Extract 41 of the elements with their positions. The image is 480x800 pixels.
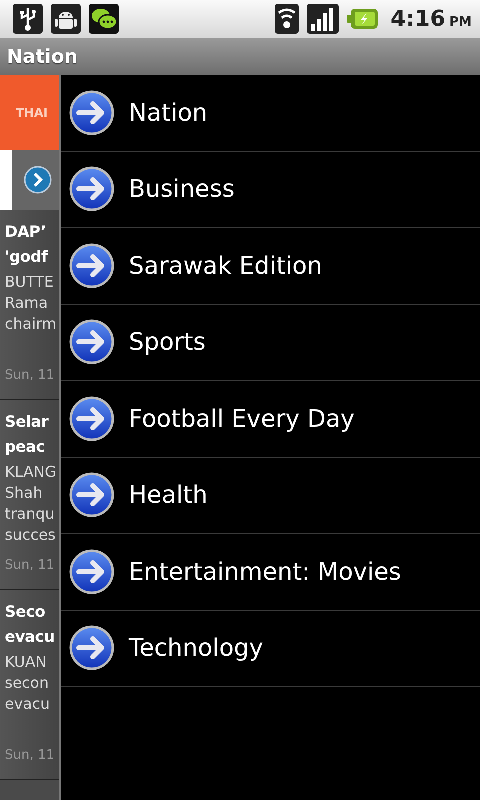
android-icon (51, 4, 81, 34)
article-summary-line: BUTTE (5, 272, 55, 293)
article-item[interactable]: Seco evacu KUAN secon evacu Sun, 11 (0, 590, 59, 780)
clock-text: 4:16 PM (390, 6, 472, 32)
article-date: Sun, 11 (5, 558, 56, 573)
article-title-line: DAP’ (5, 222, 48, 243)
menu-item[interactable]: Entertainment: Movies (61, 534, 480, 610)
signal-icon (306, 4, 339, 34)
article-title-line: 'godf (5, 247, 50, 268)
wifi-icon (274, 4, 299, 34)
article-summary-line: Shah (5, 483, 44, 504)
article-summary-line: succes (5, 525, 57, 546)
menu-item[interactable]: Business (61, 152, 480, 228)
article-summary-line: Rama (5, 293, 50, 314)
article-title-line: peac (5, 437, 46, 458)
article-title-line: evacu (5, 627, 56, 648)
article-summary-line: tranqu (5, 504, 56, 525)
screen-title: Nation (7, 46, 78, 68)
menu-item[interactable]: Football Every Day (61, 381, 480, 458)
article-date: Sun, 11 (5, 748, 56, 763)
article-date: Sun, 11 (5, 368, 56, 383)
article-title-line: Seco (5, 602, 46, 623)
menu-item[interactable]: Nation (61, 75, 480, 152)
article-summary-line: KUAN (5, 652, 48, 673)
article-item[interactable]: DAP’ 'godf BUTTE Rama chairm Sun, 11 (0, 210, 59, 400)
article-item[interactable]: Selar peac KLANG Shah tranqu succes Sun, 11 (0, 400, 59, 590)
usb-icon (13, 4, 43, 34)
menu-item[interactable]: Technology (61, 610, 480, 687)
banner-text: THAI (16, 106, 48, 120)
chat-icon (89, 4, 119, 34)
article-summary-line: evacu (5, 694, 52, 715)
chevron-icon (24, 166, 52, 194)
article-title-line: Selar (5, 412, 50, 433)
article-summary-line: chairm (5, 314, 58, 335)
article-summary-line: secon (5, 673, 50, 694)
article-summary-line: KLANG (5, 462, 58, 483)
menu-item[interactable]: Sarawak Edition (61, 228, 480, 304)
menu-item[interactable]: Health (61, 458, 480, 534)
battery-icon (346, 8, 379, 30)
navigation-button[interactable] (12, 150, 59, 210)
menu-item[interactable]: Sports (61, 304, 480, 381)
